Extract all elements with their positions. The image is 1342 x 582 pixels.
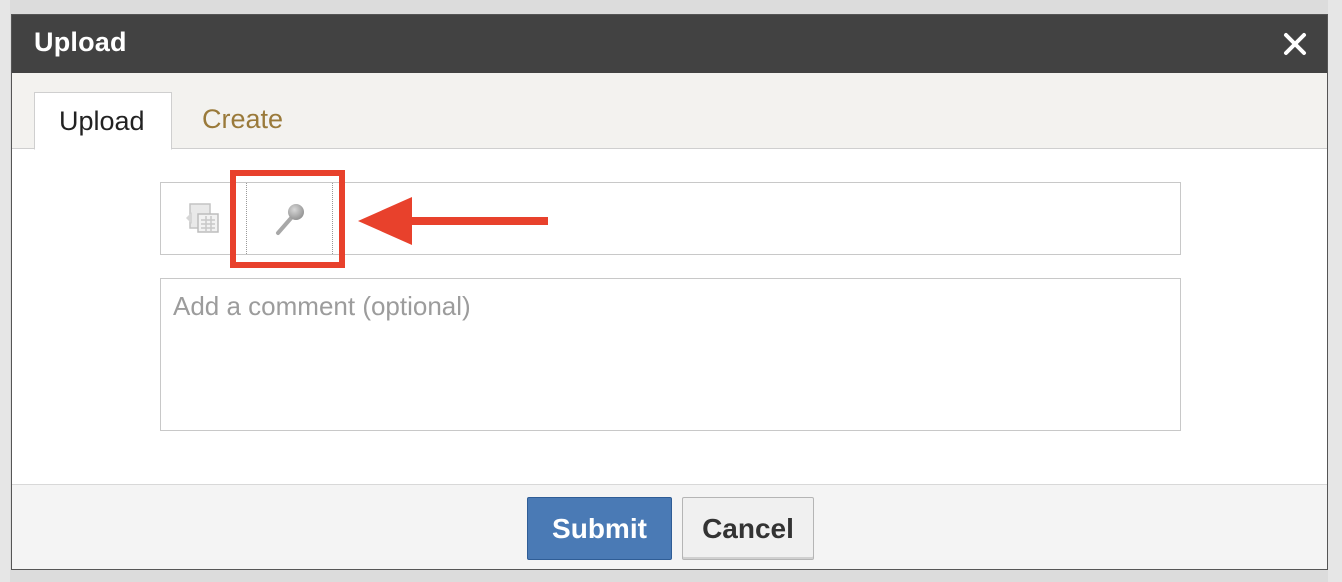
comment-input[interactable] xyxy=(160,278,1181,431)
upload-toolbar xyxy=(160,182,1181,255)
background-page-right xyxy=(1328,0,1342,582)
dialog-title: Upload xyxy=(34,27,127,57)
tab-bar: Upload Create xyxy=(12,73,1327,150)
close-icon xyxy=(1284,33,1306,55)
record-audio-button[interactable] xyxy=(246,183,333,254)
document-upload-button[interactable] xyxy=(161,183,245,254)
close-button[interactable] xyxy=(1281,30,1309,58)
microphone-icon xyxy=(275,203,304,235)
cancel-button[interactable]: Cancel xyxy=(682,497,814,560)
document-upload-icon xyxy=(186,202,219,233)
page: Upload Upload Create Add a comment (opti… xyxy=(0,0,1342,582)
submit-button[interactable]: Submit xyxy=(527,497,672,560)
dialog-titlebar: Upload xyxy=(12,15,1327,73)
upload-dialog: Upload Upload Create Add a comment (opti… xyxy=(11,14,1328,570)
background-page-left xyxy=(0,0,10,582)
dialog-footer: Submit Cancel xyxy=(12,484,1327,569)
tab-upload[interactable]: Upload xyxy=(34,92,172,150)
tab-create[interactable]: Create xyxy=(178,92,307,149)
